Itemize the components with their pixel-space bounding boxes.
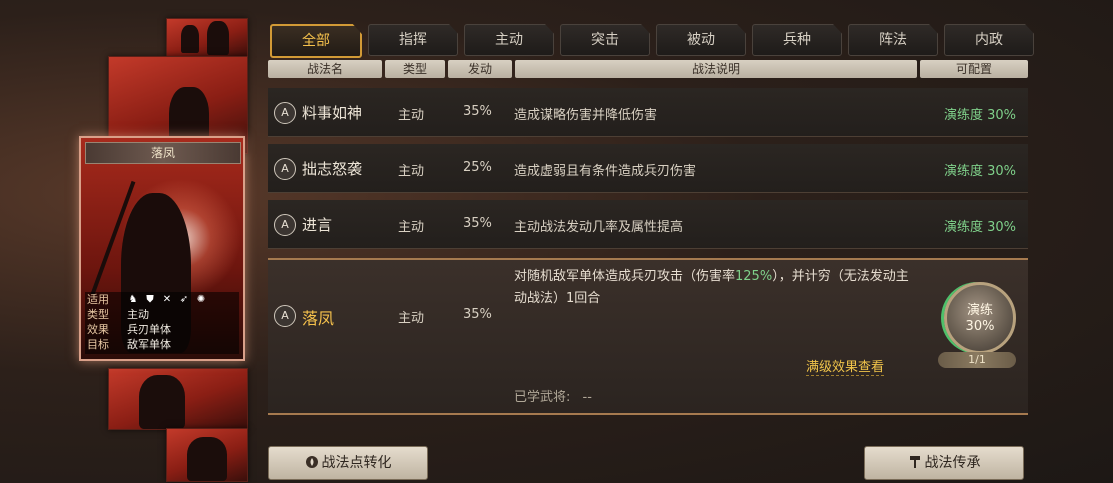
skill-description: 对随机敌军单体造成兵刃攻击（伤害率125%），并计穷（无法发动主动战法）1回合 bbox=[514, 266, 914, 310]
category-tabs: 全部 指挥 主动 突击 被动 兵种 阵法 内政 bbox=[270, 24, 1040, 58]
card-info: 适用 ♞ ⛊ ✕ ➶ ✺ 类型 主动 效果 兵刃单体 目标 敌军单体 bbox=[85, 292, 239, 354]
train-percent: 30% bbox=[965, 319, 995, 334]
damage-rate: 125% bbox=[735, 269, 773, 284]
selected-skill-row[interactable]: A 落凤 主动 35% 对随机敌军单体造成兵刃攻击（伤害率125%），并计穷（无… bbox=[268, 258, 1028, 415]
tab-active[interactable]: 主动 bbox=[464, 24, 554, 56]
col-config-header[interactable]: 可配置 bbox=[920, 60, 1028, 78]
convert-label: 战法点转化 bbox=[321, 455, 392, 471]
skill-rate: 25% bbox=[463, 160, 492, 175]
skill-desc: 造成虚弱且有条件造成兵刃伤害 bbox=[514, 164, 697, 179]
col-desc-header: 战法说明 bbox=[515, 60, 917, 78]
grade-badge: A bbox=[274, 158, 296, 180]
grade-badge: A bbox=[274, 305, 296, 327]
effect-label: 效果 bbox=[87, 323, 109, 336]
skill-name: 拙志怒袭 bbox=[302, 160, 363, 178]
skill-proficiency: 演练度 30% bbox=[943, 164, 1016, 179]
grade-badge: A bbox=[274, 102, 296, 124]
inherit-skill-button[interactable]: 战法传承 bbox=[864, 446, 1024, 480]
col-type-header[interactable]: 类型 bbox=[385, 60, 445, 78]
desc-part1: 对随机敌军单体造成兵刃攻击（伤害率 bbox=[514, 269, 736, 284]
target-value: 敌军单体 bbox=[127, 338, 171, 351]
flame-icon bbox=[305, 456, 318, 468]
skill-row[interactable]: A 拙志怒袭 主动 25% 造成虚弱且有条件造成兵刃伤害 演练度 30% bbox=[268, 144, 1028, 193]
learned-value: -- bbox=[582, 390, 592, 405]
skill-rate: 35% bbox=[463, 104, 492, 119]
skill-row[interactable]: A 料事如神 主动 35% 造成谋略伤害并降低伤害 演练度 30% bbox=[268, 88, 1028, 137]
skill-name: 料事如神 bbox=[302, 104, 363, 122]
learned-label: 已学武将: bbox=[514, 390, 571, 405]
target-label: 目标 bbox=[87, 338, 109, 351]
selected-skill-card[interactable]: 落凤 适用 ♞ ⛊ ✕ ➶ ✺ 类型 主动 效果 兵刃单体 目标 敌军单体 bbox=[79, 136, 245, 361]
skill-card-thumb[interactable] bbox=[166, 428, 248, 482]
tab-command[interactable]: 指挥 bbox=[368, 24, 458, 56]
train-label: 演练 bbox=[966, 303, 993, 318]
card-title: 落凤 bbox=[85, 142, 241, 164]
tab-assault[interactable]: 突击 bbox=[560, 24, 650, 56]
skill-rate: 35% bbox=[463, 307, 492, 322]
full-effect-link[interactable]: 满级效果查看 bbox=[806, 356, 885, 376]
tab-troop[interactable]: 兵种 bbox=[752, 24, 842, 56]
tab-formation[interactable]: 阵法 bbox=[848, 24, 938, 56]
convert-skill-points-button[interactable]: 战法点转化 bbox=[268, 446, 428, 480]
skill-proficiency: 演练度 30% bbox=[943, 108, 1016, 123]
skill-card-thumb[interactable] bbox=[166, 18, 248, 58]
col-rate-header[interactable]: 发动 bbox=[448, 60, 512, 78]
skill-name: 落凤 bbox=[302, 309, 335, 328]
col-name-header[interactable]: 战法名 bbox=[268, 60, 382, 78]
apply-label: 适用 bbox=[87, 293, 109, 306]
tab-passive[interactable]: 被动 bbox=[656, 24, 746, 56]
siege-icon: ✺ bbox=[196, 293, 206, 305]
skill-type: 主动 bbox=[398, 311, 425, 326]
tab-all[interactable]: 全部 bbox=[270, 24, 362, 58]
unit-type-icons: ♞ ⛊ ✕ ➶ ✺ bbox=[127, 292, 207, 307]
skill-proficiency: 演练度 30% bbox=[943, 220, 1016, 235]
skill-desc: 主动战法发动几率及属性提高 bbox=[514, 220, 684, 235]
learned-generals: 已学武将: -- bbox=[514, 386, 592, 405]
spear-icon: ➶ bbox=[179, 293, 189, 305]
hammer-icon bbox=[909, 456, 920, 468]
train-button[interactable]: 演练 30% bbox=[944, 282, 1016, 354]
skill-desc: 造成谋略伤害并降低伤害 bbox=[514, 108, 658, 123]
train-count: 1/1 bbox=[938, 352, 1016, 368]
archer-icon: ✕ bbox=[162, 293, 172, 305]
skill-type: 主动 bbox=[398, 108, 425, 123]
shield-icon: ⛊ bbox=[146, 293, 154, 305]
inherit-label: 战法传承 bbox=[924, 455, 981, 471]
skill-type: 主动 bbox=[398, 164, 425, 179]
effect-value: 兵刃单体 bbox=[127, 323, 171, 336]
tab-internal[interactable]: 内政 bbox=[944, 24, 1034, 56]
skill-rate: 35% bbox=[463, 216, 492, 231]
skill-type: 主动 bbox=[398, 220, 425, 235]
grade-badge: A bbox=[274, 214, 296, 236]
skill-row[interactable]: A 进言 主动 35% 主动战法发动几率及属性提高 演练度 30% bbox=[268, 200, 1028, 249]
skill-card-thumb[interactable] bbox=[108, 368, 248, 430]
skill-name: 进言 bbox=[302, 216, 333, 234]
type-label: 类型 bbox=[87, 308, 109, 321]
cavalry-icon: ♞ bbox=[128, 293, 138, 305]
type-value: 主动 bbox=[127, 308, 149, 321]
